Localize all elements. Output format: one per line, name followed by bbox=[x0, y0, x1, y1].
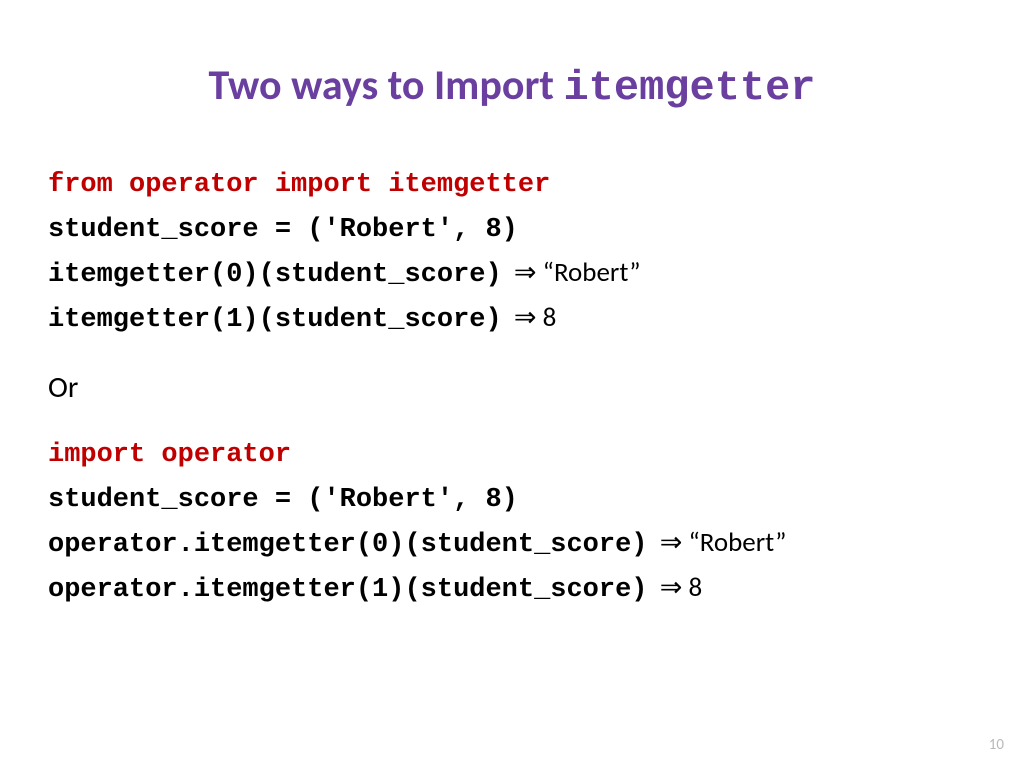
call-1a: itemgetter(0)(student_score) bbox=[48, 260, 502, 290]
slide: Two ways to Import itemgetter from opera… bbox=[0, 0, 1024, 680]
call-1b: itemgetter(1)(student_score) bbox=[48, 305, 502, 335]
code-block-1: from operator import itemgetter student_… bbox=[48, 162, 976, 341]
arrow-icon: ⇒ bbox=[514, 256, 537, 289]
assign-line-2: student_score = ('Robert', 8) bbox=[48, 485, 518, 515]
title-code: itemgetter bbox=[563, 64, 815, 112]
code-block-2: import operator student_score = ('Robert… bbox=[48, 432, 976, 611]
import-line-2: import operator bbox=[48, 440, 291, 470]
import-line-1: from operator import itemgetter bbox=[48, 170, 550, 200]
result-2b: 8 bbox=[688, 571, 702, 604]
call-2a: operator.itemgetter(0)(student_score) bbox=[48, 530, 648, 560]
result-1a: “Robert” bbox=[543, 256, 641, 289]
slide-title: Two ways to Import itemgetter bbox=[48, 60, 976, 112]
result-1b: 8 bbox=[543, 301, 557, 334]
page-number: 10 bbox=[989, 736, 1004, 754]
arrow-icon: ⇒ bbox=[660, 526, 683, 559]
title-prefix: Two ways to Import bbox=[208, 60, 563, 111]
arrow-icon: ⇒ bbox=[660, 571, 683, 604]
call-2b: operator.itemgetter(1)(student_score) bbox=[48, 575, 648, 605]
assign-line-1: student_score = ('Robert', 8) bbox=[48, 215, 518, 245]
or-separator: Or bbox=[48, 369, 976, 406]
result-2a: “Robert” bbox=[688, 526, 786, 559]
arrow-icon: ⇒ bbox=[514, 301, 537, 334]
